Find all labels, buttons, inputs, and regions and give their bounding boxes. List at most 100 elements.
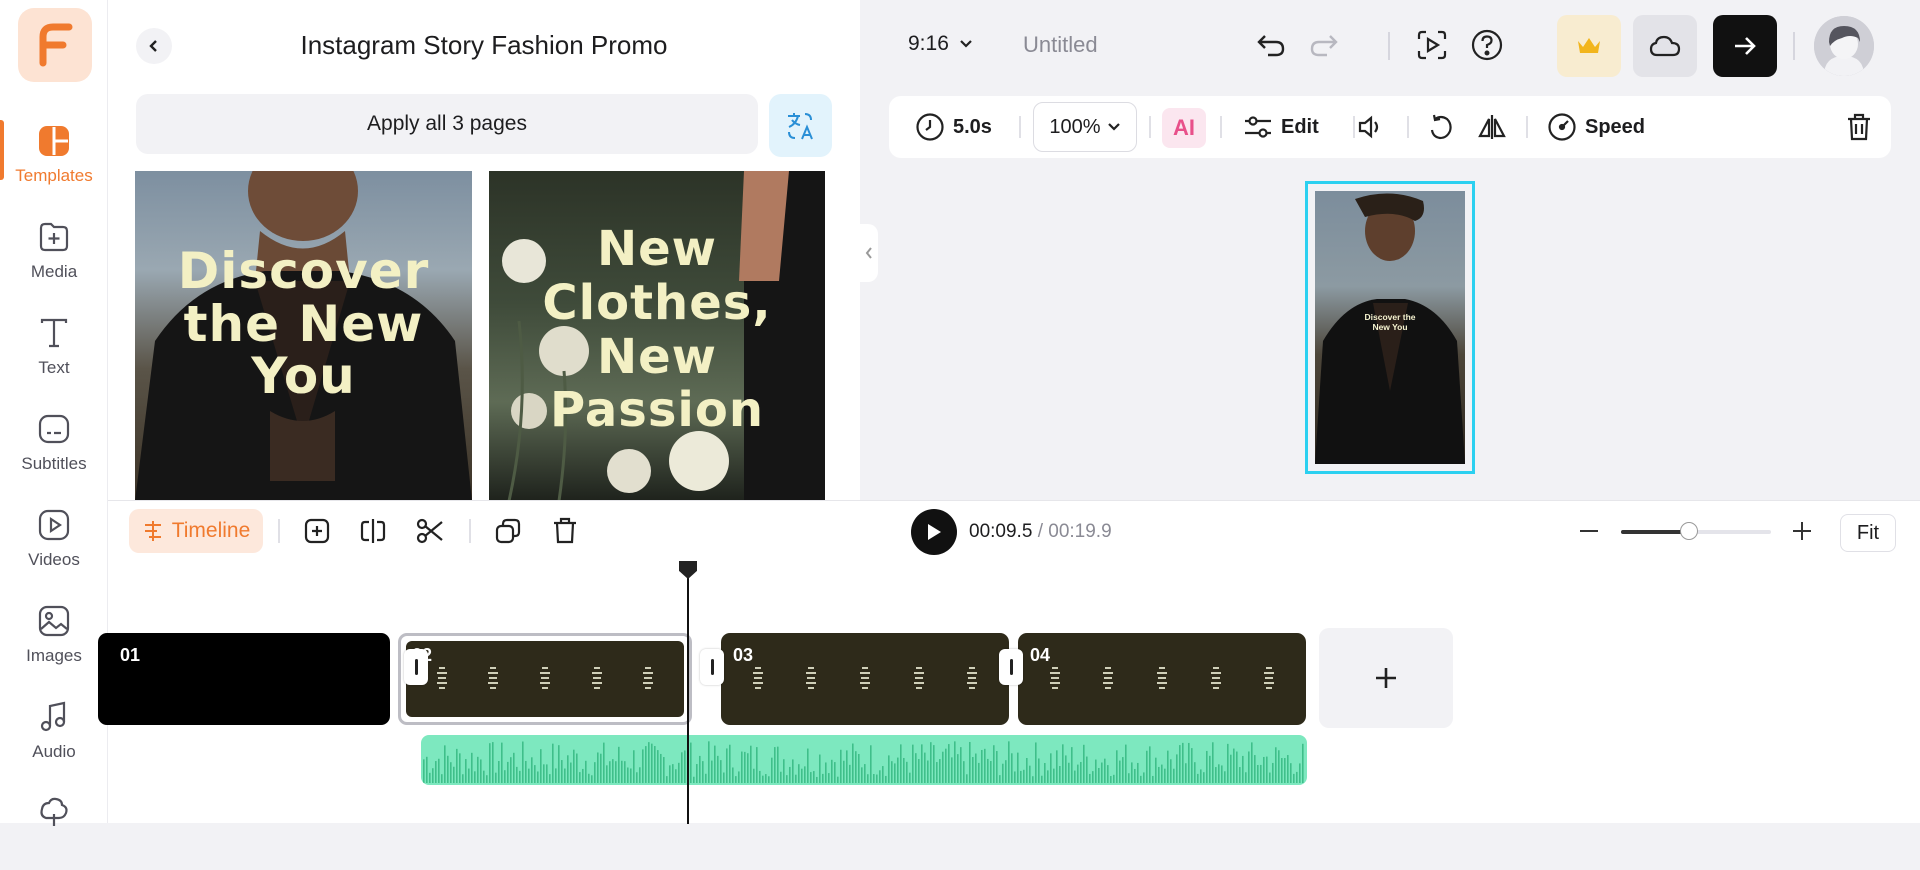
edit-button[interactable]: Edit	[1243, 96, 1319, 158]
apply-all-pages-button[interactable]: Apply all 3 pages	[136, 94, 758, 154]
redo-button[interactable]	[1305, 26, 1343, 64]
waveform-bar	[1191, 748, 1193, 783]
waveform-bar	[627, 767, 629, 783]
premium-button[interactable]	[1557, 15, 1621, 77]
clip-trim-handle[interactable]	[999, 649, 1023, 685]
timeline-tab[interactable]: Timeline	[129, 509, 263, 553]
canvas-headline: Discover the New You	[1364, 312, 1416, 332]
speed-button[interactable]: Speed	[1547, 96, 1645, 158]
timeline-clip-4[interactable]: 04	[1018, 633, 1306, 725]
ai-button[interactable]: AI	[1162, 108, 1206, 148]
preview-button[interactable]	[1413, 26, 1451, 64]
waveform-bar	[1020, 770, 1022, 783]
cloud-save-button[interactable]	[1633, 15, 1697, 77]
waveform-bar	[549, 774, 551, 783]
timeline-clip-3[interactable]: 03	[721, 633, 1009, 725]
waveform-bar	[480, 759, 482, 783]
volume-button[interactable]	[1356, 96, 1384, 158]
videos-icon	[38, 509, 70, 541]
waveform-bar	[927, 760, 929, 783]
chevron-down-icon	[960, 40, 972, 48]
delete-button[interactable]	[1845, 96, 1873, 158]
cut-button[interactable]	[412, 513, 448, 549]
waveform-bar	[543, 764, 545, 783]
rotate-button[interactable]	[1427, 96, 1455, 158]
duplicate-button[interactable]	[490, 513, 526, 549]
waveform-bar	[1104, 758, 1106, 783]
waveform-bar	[1185, 763, 1187, 783]
waveform-bar	[1221, 765, 1223, 783]
nav-item-label: Media	[30, 262, 78, 281]
playhead-handle[interactable]	[679, 561, 697, 579]
divider	[469, 519, 471, 543]
waveform-bar	[1275, 747, 1277, 783]
undo-button[interactable]	[1252, 26, 1290, 64]
timeline-clip-1[interactable]: 01	[98, 633, 390, 725]
waveform-bar	[735, 776, 737, 783]
nav-item-subtitles[interactable]: Subtitles	[0, 400, 108, 486]
waveform-bar	[471, 752, 473, 783]
canvas-selection-frame[interactable]: Discover the New You	[1305, 181, 1475, 474]
waveform-bar	[456, 748, 458, 783]
timeline-clip-2[interactable]: 02	[398, 633, 692, 725]
arrow-right-icon	[1735, 37, 1756, 55]
document-name[interactable]: Untitled	[1023, 32, 1098, 58]
waveform-bar	[672, 764, 674, 783]
timeline-zoom-slider[interactable]	[1621, 522, 1771, 540]
play-icon	[928, 524, 941, 540]
nav-item-templates[interactable]: Templates	[0, 112, 108, 198]
waveform-bar	[1272, 762, 1274, 783]
add-clip-button[interactable]	[1319, 628, 1453, 728]
play-button[interactable]	[911, 509, 957, 555]
clip-frame-thumbnail	[965, 667, 979, 697]
waveform-bar	[642, 749, 644, 783]
duration-button[interactable]: 5.0s	[915, 96, 992, 158]
waveform-bar	[1047, 770, 1049, 783]
delete-clip-button[interactable]	[547, 513, 583, 549]
split-button[interactable]	[355, 513, 391, 549]
fit-button[interactable]: Fit	[1840, 514, 1896, 552]
nav-item-audio[interactable]: Audio	[0, 688, 108, 774]
template-thumbnail-1[interactable]: Discover the New You	[135, 171, 472, 500]
template-thumbnail-2[interactable]: New Clothes, New Passion	[489, 171, 825, 500]
volume-icon	[1358, 115, 1379, 139]
clip-trim-handle-left[interactable]	[404, 649, 428, 685]
waveform-bar	[768, 776, 770, 783]
waveform-bar	[501, 742, 503, 783]
divider	[278, 519, 280, 543]
nav-item-more[interactable]	[0, 784, 108, 870]
nav-item-text[interactable]: Text	[0, 304, 108, 390]
help-button[interactable]	[1468, 26, 1506, 64]
clip-trim-handle-right[interactable]	[700, 649, 724, 685]
nav-item-images[interactable]: Images	[0, 592, 108, 678]
waveform-bar	[675, 769, 677, 783]
app-logo[interactable]	[18, 8, 92, 82]
nav-item-media[interactable]: Media	[0, 208, 108, 294]
canvas-preview[interactable]: Discover the New You	[1315, 191, 1465, 464]
slider-knob[interactable]	[1679, 522, 1698, 540]
zoom-select[interactable]: 100%	[1033, 102, 1137, 152]
export-button[interactable]	[1713, 15, 1777, 77]
nav-item-label: Images	[26, 646, 82, 665]
waveform-bar	[528, 768, 530, 783]
rotate-icon	[1430, 114, 1452, 140]
zoom-in-button[interactable]	[1783, 513, 1821, 549]
waveform-bar	[1089, 773, 1091, 783]
zoom-out-button[interactable]	[1570, 513, 1608, 549]
aspect-ratio-select[interactable]: 9:16	[908, 32, 973, 56]
waveform-bar	[840, 749, 842, 783]
waveform-bar	[972, 757, 974, 783]
subtitles-icon	[38, 414, 70, 444]
avatar[interactable]	[1814, 16, 1874, 76]
waveform-bar	[744, 751, 746, 783]
translate-button[interactable]	[769, 94, 832, 157]
images-icon	[38, 605, 70, 637]
collapse-panel-handle[interactable]	[860, 224, 878, 282]
flip-button[interactable]	[1477, 96, 1507, 158]
waveform-bar	[1251, 742, 1253, 783]
add-page-button[interactable]	[299, 513, 335, 549]
chevron-down-icon	[1107, 123, 1120, 131]
waveform-bar	[486, 775, 488, 783]
audio-track[interactable]	[421, 735, 1307, 785]
nav-item-videos[interactable]: Videos	[0, 496, 108, 582]
